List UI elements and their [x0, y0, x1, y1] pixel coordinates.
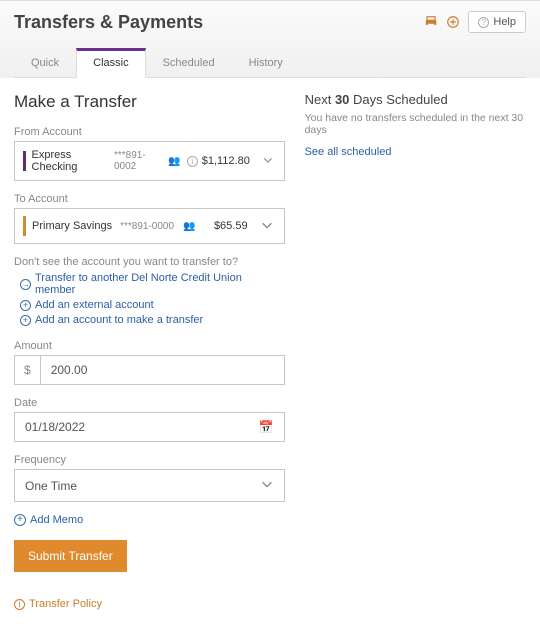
link-transfer-member[interactable]: → Transfer to another Del Norte Credit U…	[20, 272, 285, 296]
frequency-select[interactable]: One Time	[14, 469, 285, 502]
shared-icon: 👥	[168, 156, 180, 167]
from-account-label: From Account	[14, 126, 285, 138]
from-account-mask: ***891-0002	[114, 150, 159, 172]
export-icon[interactable]	[446, 15, 460, 29]
scheduled-subtext: You have no transfers scheduled in the n…	[305, 112, 526, 136]
from-account-balance: $1,112.80	[202, 155, 250, 167]
from-account-select[interactable]: Express Checking ***891-0002 👥 i $1,112.…	[14, 141, 285, 181]
submit-transfer-button[interactable]: Submit Transfer	[14, 540, 127, 572]
scheduled-heading: Next 30 Days Scheduled	[305, 92, 526, 107]
frequency-label: Frequency	[14, 454, 285, 466]
account-hint: Don't see the account you want to transf…	[14, 256, 285, 268]
tab-scheduled[interactable]: Scheduled	[146, 48, 232, 78]
chevron-down-icon	[260, 477, 274, 494]
tab-classic[interactable]: Classic	[76, 48, 145, 78]
chevron-down-icon	[260, 218, 274, 235]
tab-history[interactable]: History	[232, 48, 300, 78]
page-header: Transfers & Payments ? Help Quick Classi…	[0, 0, 540, 78]
balance-info-icon: i	[187, 156, 198, 167]
add-memo-button[interactable]: + Add Memo	[14, 514, 285, 526]
scheduled-panel: Next 30 Days Scheduled You have no trans…	[305, 92, 526, 610]
print-icon[interactable]	[424, 15, 438, 29]
amount-input[interactable]	[40, 355, 285, 385]
date-input[interactable]: 01/18/2022 📅	[14, 412, 285, 442]
to-account-mask: ***891-0000	[120, 221, 174, 232]
calendar-icon: 📅	[259, 420, 274, 434]
see-all-scheduled-link[interactable]: See all scheduled	[305, 146, 392, 158]
amount-label: Amount	[14, 340, 285, 352]
shared-icon: 👥	[183, 221, 195, 232]
account-color-bar	[23, 216, 26, 236]
plus-icon: +	[20, 315, 31, 326]
tabs: Quick Classic Scheduled History	[14, 47, 526, 78]
currency-symbol: $	[14, 355, 40, 385]
help-icon: ?	[478, 17, 489, 28]
page-title: Transfers & Payments	[14, 12, 203, 33]
transfer-policy-link[interactable]: i Transfer Policy	[14, 598, 285, 610]
from-account-name: Express Checking	[32, 149, 106, 173]
help-label: Help	[493, 16, 516, 28]
to-account-name: Primary Savings	[32, 220, 112, 232]
link-add-external[interactable]: + Add an external account	[20, 299, 285, 311]
chevron-down-icon	[262, 154, 274, 169]
info-icon: i	[14, 599, 25, 610]
tab-quick[interactable]: Quick	[14, 48, 76, 78]
transfer-form: Make a Transfer From Account Express Che…	[14, 92, 285, 610]
account-color-bar	[23, 151, 26, 171]
arrow-icon: →	[20, 279, 31, 290]
plus-icon: +	[20, 300, 31, 311]
date-label: Date	[14, 397, 285, 409]
form-heading: Make a Transfer	[14, 92, 285, 112]
to-account-label: To Account	[14, 193, 285, 205]
to-account-balance: $65.59	[214, 220, 248, 232]
plus-icon: +	[14, 514, 26, 526]
to-account-select[interactable]: Primary Savings ***891-0000 👥 $65.59	[14, 208, 285, 244]
link-add-account[interactable]: + Add an account to make a transfer	[20, 314, 285, 326]
help-button[interactable]: ? Help	[468, 11, 526, 33]
